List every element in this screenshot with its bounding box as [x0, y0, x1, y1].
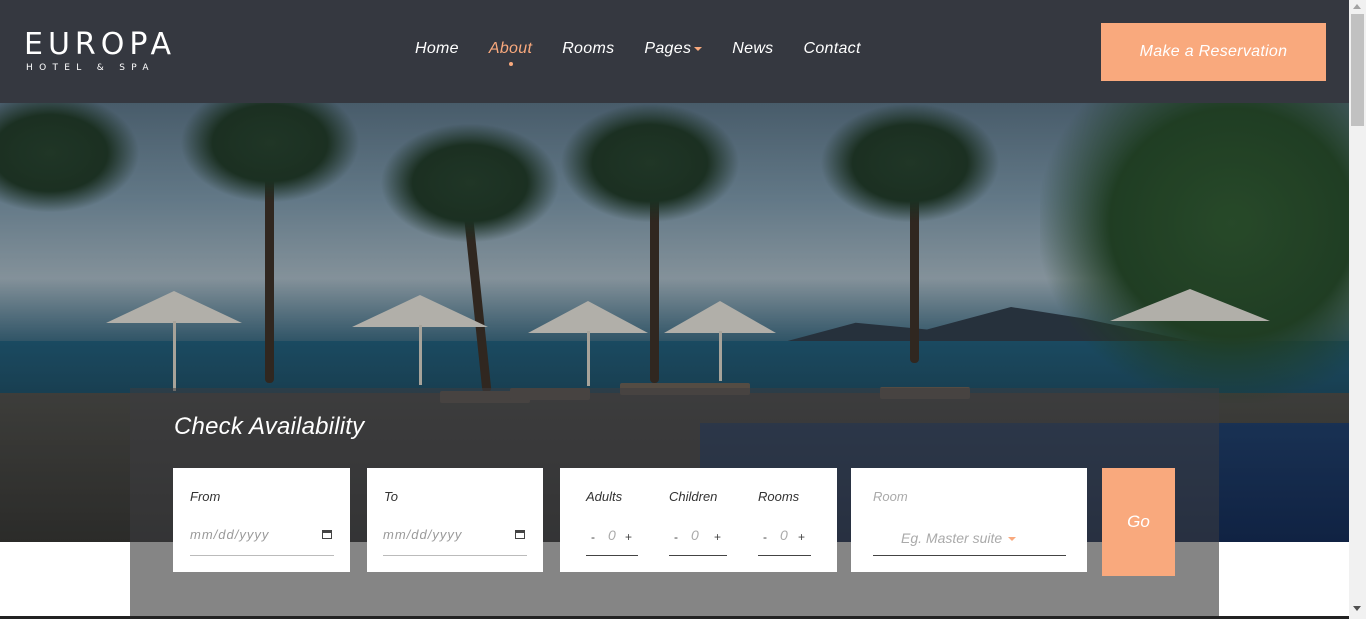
- nav-item-rooms[interactable]: Rooms: [562, 40, 614, 58]
- from-date-placeholder: mm/dd/yyyy: [190, 527, 270, 542]
- nav-item-contact[interactable]: Contact: [803, 40, 860, 58]
- rooms-label: Rooms: [758, 489, 800, 504]
- children-plus-button[interactable]: +: [714, 530, 721, 544]
- nav-item-about[interactable]: About: [488, 40, 533, 66]
- nav-item-news-label: News: [732, 40, 774, 57]
- nav-item-pages-label: Pages: [644, 40, 692, 57]
- room-select[interactable]: Eg. Master suite: [873, 524, 1066, 556]
- nav-item-home-label: Home: [415, 40, 459, 57]
- room-label: Room: [873, 489, 908, 504]
- rooms-value[interactable]: 0: [780, 527, 788, 543]
- adults-value[interactable]: 0: [608, 527, 616, 543]
- adults-minus-button[interactable]: -: [591, 530, 595, 544]
- children-minus-button[interactable]: -: [674, 530, 678, 544]
- nav-item-home[interactable]: Home: [415, 40, 459, 58]
- to-date-placeholder: mm/dd/yyyy: [383, 527, 463, 542]
- to-date-input[interactable]: mm/dd/yyyy: [383, 524, 527, 556]
- scrollbar-thumb[interactable]: [1351, 14, 1364, 126]
- rooms-stepper: - 0 +: [758, 524, 811, 556]
- nav-item-pages[interactable]: Pages: [644, 40, 703, 58]
- room-card: Room Eg. Master suite: [851, 468, 1087, 572]
- calendar-icon[interactable]: [322, 530, 332, 539]
- children-label: Children: [669, 489, 718, 504]
- page-scrollbar[interactable]: [1349, 0, 1366, 619]
- active-indicator-dot: [508, 62, 513, 66]
- go-button[interactable]: Go: [1102, 468, 1175, 576]
- brand-logo[interactable]: EUROPA HOTEL & SPA: [24, 27, 177, 74]
- nav-item-news[interactable]: News: [732, 40, 773, 58]
- room-select-placeholder: Eg. Master suite: [901, 530, 1003, 546]
- from-date-card: From mm/dd/yyyy: [173, 468, 350, 572]
- adults-plus-button[interactable]: +: [625, 530, 632, 544]
- nav-item-rooms-label: Rooms: [562, 40, 615, 57]
- chevron-down-icon: [1008, 537, 1017, 542]
- adults-stepper: - 0 +: [586, 524, 638, 556]
- nav-item-about-label: About: [488, 40, 533, 57]
- rooms-minus-button[interactable]: -: [763, 530, 767, 544]
- from-label: From: [190, 489, 221, 504]
- children-value[interactable]: 0: [691, 527, 699, 543]
- check-availability-title: Check Availability: [174, 413, 365, 440]
- from-date-input[interactable]: mm/dd/yyyy: [190, 524, 334, 556]
- to-label: To: [384, 489, 398, 504]
- rooms-plus-button[interactable]: +: [798, 530, 805, 544]
- guests-card: Adults - 0 + Children - 0 + Rooms - 0 +: [560, 468, 837, 572]
- brand-subtitle: HOTEL & SPA: [26, 63, 155, 73]
- brand-title: EUROPA: [24, 27, 177, 62]
- children-stepper: - 0 +: [669, 524, 727, 556]
- scroll-up-arrow-icon[interactable]: [1353, 4, 1361, 9]
- to-date-card: To mm/dd/yyyy: [367, 468, 543, 572]
- site-header: EUROPA HOTEL & SPA Home About Rooms Page…: [0, 0, 1349, 103]
- chevron-down-icon: [694, 46, 703, 51]
- adults-label: Adults: [586, 489, 623, 504]
- scroll-down-arrow-icon[interactable]: [1353, 606, 1361, 611]
- make-reservation-button[interactable]: Make a Reservation: [1101, 23, 1326, 81]
- main-nav: Home About Rooms Pages News Contact: [415, 40, 891, 66]
- calendar-icon[interactable]: [515, 530, 525, 539]
- nav-item-contact-label: Contact: [803, 40, 861, 57]
